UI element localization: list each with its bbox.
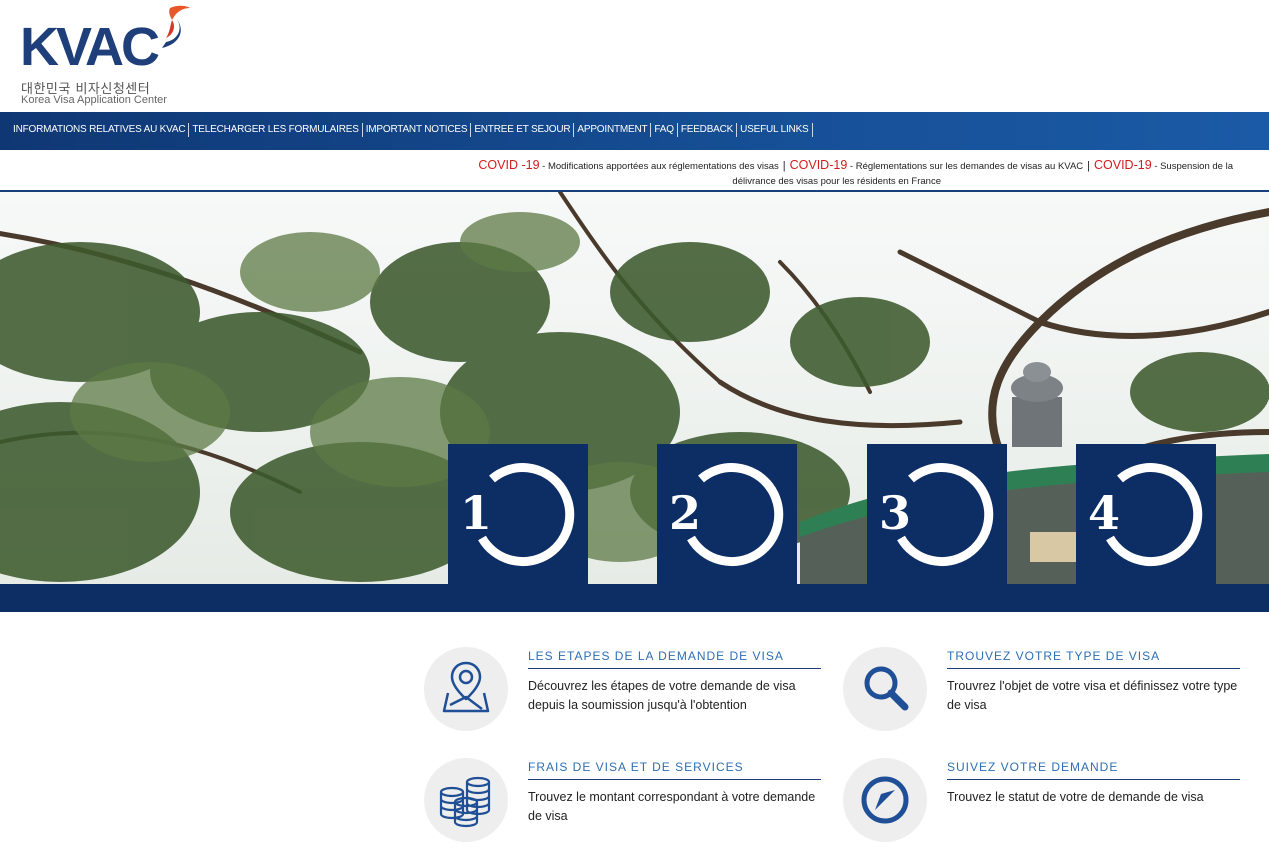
step-tile-4[interactable]: 4 [1076,444,1216,584]
feature-icon-circle[interactable] [424,647,508,731]
nav-item-entree-sejour[interactable]: ENTREE ET SEJOUR [471,123,575,137]
feature-description: Trouvez le montant correspondant à votre… [528,790,816,823]
step-tile-2[interactable]: 2 [657,444,797,584]
compass-icon [861,776,909,824]
feature-title[interactable]: TROUVEZ VOTRE TYPE DE VISA [947,649,1240,669]
feature-description: Trouvez le statut de votre de demande de… [947,790,1204,804]
coins-icon [439,776,491,828]
hero-bottom-band [0,584,1269,612]
step-tile-1[interactable]: 1 [448,444,588,584]
feature-description: Découvrez les étapes de votre demande de… [528,679,796,712]
notice-link-3[interactable]: COVID-19 - Suspension de la [1094,158,1233,172]
main-nav: INFORMATIONS RELATIVES AU KVAC TELECHARG… [10,123,813,137]
map-pin-icon [442,661,490,713]
step-number: 3 [879,486,912,540]
notice-link-2[interactable]: COVID-19 - Réglementations sur les deman… [790,158,1084,172]
kvac-logo[interactable]: KVAC 대한민국 비자신청센터 Korea Visa Application … [20,4,190,108]
logo-subtitle: Korea Visa Application Center [21,94,167,106]
feature-title[interactable]: SUIVEZ VOTRE DEMANDE [947,760,1240,780]
feature-icon-circle[interactable] [843,647,927,731]
feature-visa-fees: FRAIS DE VISA ET DE SERVICES Trouvez le … [424,758,824,848]
notice-separator: | [782,160,786,172]
step-tile-3[interactable]: 3 [867,444,1007,584]
nav-item-informations[interactable]: INFORMATIONS RELATIVES AU KVAC [10,123,190,137]
nav-item-faq[interactable]: FAQ [651,123,678,137]
logo-flame-icon [162,5,190,48]
feature-icon-circle[interactable] [843,758,927,842]
nav-item-appointment[interactable]: APPOINTMENT [574,123,652,137]
nav-item-feedback[interactable]: FEEDBACK [678,123,738,137]
search-icon [864,666,909,711]
notice-line: COVID -19 - Modifications apportées aux … [478,158,1233,172]
nav-item-formulaires[interactable]: TELECHARGER LES FORMULAIRES [189,123,363,137]
feature-icon-circle[interactable] [424,758,508,842]
feature-title[interactable]: FRAIS DE VISA ET DE SERVICES [528,760,821,780]
notice-separator: | [1087,160,1090,172]
feature-description: Trouvrez l'objet de votre visa et défini… [947,679,1238,712]
nav-item-important-notices[interactable]: IMPORTANT NOTICES [363,123,472,137]
notice-continuation[interactable]: délivrance des visas pour les résidents … [732,176,941,187]
feature-title[interactable]: LES ETAPES DE LA DEMANDE DE VISA [528,649,821,669]
feature-track-application: SUIVEZ VOTRE DEMANDE Trouvez le statut d… [843,758,1243,848]
main-nav-bar: INFORMATIONS RELATIVES AU KVAC TELECHARG… [0,112,1269,150]
step-number: 4 [1088,486,1121,540]
site-header: KVAC 대한민국 비자신청센터 Korea Visa Application … [0,0,1269,112]
nav-item-useful-links[interactable]: USEFUL LINKS [737,123,813,137]
feature-visa-steps: LES ETAPES DE LA DEMANDE DE VISA Découvr… [424,647,824,737]
feature-visa-type: TROUVEZ VOTRE TYPE DE VISA Trouvrez l'ob… [843,647,1243,737]
covid-notice-strip: COVID -19 - Modifications apportées aux … [0,150,1269,192]
notice-link-1[interactable]: COVID -19 - Modifications apportées aux … [478,158,778,172]
step-number: 2 [669,486,702,540]
step-number: 1 [460,486,493,540]
